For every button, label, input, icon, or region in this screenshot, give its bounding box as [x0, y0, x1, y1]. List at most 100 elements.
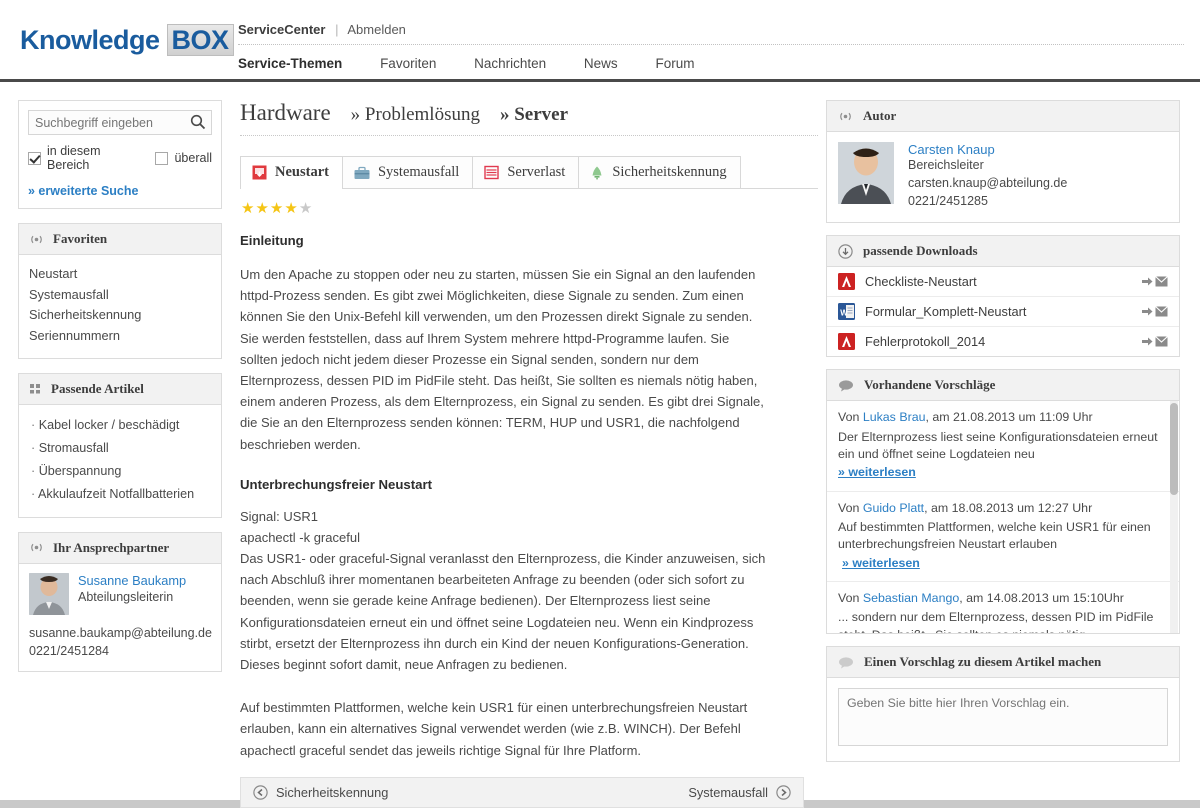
suggestion-author[interactable]: Sebastian Mango: [863, 591, 959, 605]
breadcrumb-level-2[interactable]: » Problemlösung: [351, 104, 480, 126]
pager-next[interactable]: Systemausfall: [688, 785, 791, 800]
star-empty: ★: [298, 200, 314, 217]
suggestion-meta: Von Sebastian Mango, am 14.08.2013 um 15…: [838, 590, 1163, 607]
suggestion-author[interactable]: Guido Platt: [863, 501, 924, 515]
nav-item-favoriten[interactable]: Favoriten: [380, 56, 436, 71]
tab-neustart[interactable]: Neustart: [240, 156, 343, 189]
suggestions-scroll-thumb[interactable]: [1170, 403, 1178, 496]
contact-panel: Ihr Ansprechpartner Susanne Baukamp Abte…: [18, 531, 222, 673]
envelope-icon: [1155, 306, 1168, 317]
avatar: [29, 572, 69, 615]
rating-stars[interactable]: ★★★★★: [241, 199, 818, 217]
contact-header: Ihr Ansprechpartner: [19, 532, 221, 564]
author-phone: 0221/2451285: [908, 193, 988, 208]
pager-next-label: Systemausfall: [688, 784, 768, 800]
read-more-link[interactable]: » weiterlesen: [838, 464, 916, 481]
arrow-right-icon: [1142, 307, 1153, 316]
arrow-right-icon: [1142, 337, 1153, 346]
right-sidebar: Autor Carsten Knaup Bereichsleiter carst…: [818, 82, 1192, 808]
svg-text:W: W: [840, 309, 848, 318]
tab-serverlast[interactable]: Serverlast: [472, 156, 580, 188]
suggestion-date: , am 21.08.2013 um 11:09 Uhr: [925, 410, 1093, 425]
tab-label: Systemausfall: [377, 164, 460, 180]
word-icon: W: [838, 303, 855, 321]
new-suggestion-title: Einen Vorschlag zu diesem Artikel machen: [864, 654, 1102, 670]
favorites-title: Favoriten: [53, 231, 108, 246]
favorite-item-systemausfall[interactable]: Systemausfall: [29, 285, 211, 306]
author-name-link[interactable]: Carsten Knaup: [908, 142, 995, 157]
list-item[interactable]: Akkulaufzeit Notfallbatterien: [29, 483, 211, 506]
bell-icon: [590, 165, 604, 180]
download-row[interactable]: W Formular_Komplett-Neustart: [827, 297, 1179, 328]
list-item[interactable]: Überspannung: [29, 460, 211, 483]
utility-nav: ServiceCenter | Abmelden: [238, 22, 1184, 45]
checkbox-in-diesem-bereich[interactable]: [28, 151, 41, 165]
arrow-left-circle-icon: [253, 785, 268, 800]
tab-systemausfall[interactable]: Systemausfall: [341, 156, 474, 188]
download-name: Formular_Komplett-Neustart: [865, 304, 1027, 320]
author-email[interactable]: carsten.knaup@abteilung.de: [908, 175, 1067, 193]
favorite-item-sicherheitskennung[interactable]: Sicherheitskennung: [29, 305, 211, 326]
download-actions[interactable]: [1142, 276, 1168, 287]
restart-icon: [252, 165, 267, 180]
pdf-icon: [838, 333, 855, 351]
search-input[interactable]: [29, 111, 179, 134]
suggestion-date: , am 18.08.2013 um 12:27 Uhr: [924, 500, 1093, 515]
author-panel: Autor Carsten Knaup Bereichsleiter carst…: [826, 100, 1180, 224]
article-heading-2: Unterbrechungsfreier Neustart: [240, 476, 432, 492]
breadcrumb-level-1[interactable]: Hardware: [240, 100, 331, 126]
contact-body: Susanne Baukamp Abteilungsleiterin susan…: [19, 564, 221, 671]
download-row[interactable]: Fehlerprotokoll_2014: [827, 327, 1179, 356]
download-icon: [838, 244, 853, 259]
tab-sicherheitskennung[interactable]: Sicherheitskennung: [578, 156, 741, 188]
logout-link[interactable]: Abmelden: [347, 22, 406, 37]
nav-item-news[interactable]: News: [584, 56, 618, 71]
left-sidebar: in diesem Bereich überall » erweiterte S…: [0, 82, 232, 808]
author-title: Autor: [863, 108, 897, 123]
star-filled: ★: [241, 200, 256, 217]
suggestion-author[interactable]: Lukas Brau: [863, 410, 926, 424]
list-item: Von Sebastian Mango, am 14.08.2013 um 15…: [827, 582, 1179, 633]
downloads-list: Checkliste-Neustart W Formular_Komplett-…: [827, 267, 1179, 356]
favorite-item-neustart[interactable]: Neustart: [29, 264, 211, 285]
article-paragraph-5: Auf bestimmten Plattformen, welche kein …: [240, 700, 748, 758]
nav-item-service-themen[interactable]: Service-Themen: [238, 56, 342, 71]
list-item[interactable]: Stromausfall: [29, 437, 211, 460]
pager-prev[interactable]: Sicherheitskennung: [253, 785, 388, 800]
label-in-diesem-bereich: in diesem Bereich: [47, 144, 101, 172]
grid-icon: [29, 382, 42, 395]
suggestion-textarea[interactable]: [838, 688, 1168, 747]
related-articles-title: Passende Artikel: [51, 380, 144, 396]
download-actions[interactable]: [1142, 306, 1168, 317]
envelope-icon: [1155, 276, 1168, 287]
new-suggestion-body: [827, 678, 1179, 761]
suggestion-meta: Von Lukas Brau, am 21.08.2013 um 11:09 U…: [838, 409, 1163, 426]
breadcrumb: Hardware » Problemlösung » Server: [240, 100, 818, 136]
main-nav: Service-Themen Favoriten Nachrichten New…: [238, 45, 1184, 71]
article-pager: Sicherheitskennung Systemausfall: [240, 776, 804, 808]
favorite-item-seriennummern[interactable]: Seriennummern: [29, 326, 211, 347]
download-actions[interactable]: [1142, 336, 1168, 347]
briefcase-icon: [354, 166, 370, 180]
related-articles-panel: Passende Artikel Kabel locker / beschädi…: [18, 372, 222, 518]
service-center-link[interactable]: ServiceCenter: [238, 22, 325, 37]
article-heading-1: Einleitung: [240, 233, 304, 248]
favorites-header: Favoriten: [19, 224, 221, 255]
download-name: Fehlerprotokoll_2014: [865, 334, 986, 350]
nav-item-forum[interactable]: Forum: [655, 56, 694, 71]
advanced-search-link[interactable]: » erweiterte Suche: [28, 184, 212, 198]
contact-email[interactable]: susanne.baukamp@abteilung.de: [29, 624, 212, 642]
read-more-link[interactable]: » weiterlesen: [842, 555, 920, 572]
breadcrumb-level-3[interactable]: » Server: [500, 104, 568, 126]
site-logo[interactable]: Knowledge BOX: [20, 24, 234, 56]
contact-name-link[interactable]: Susanne Baukamp: [78, 573, 186, 588]
search-icon[interactable]: [190, 114, 206, 133]
download-row[interactable]: Checkliste-Neustart: [827, 267, 1179, 298]
nav-item-nachrichten[interactable]: Nachrichten: [474, 56, 546, 71]
new-suggestion-panel: Einen Vorschlag zu diesem Artikel machen: [826, 646, 1180, 763]
tab-label: Serverlast: [507, 164, 566, 180]
suggestion-text: Der Elternprozess liest seine Konfigurat…: [838, 429, 1158, 461]
checkbox-ueberall[interactable]: [155, 151, 169, 165]
broadcast-icon: [838, 110, 853, 123]
list-item[interactable]: Kabel locker / beschädigt: [29, 414, 211, 437]
